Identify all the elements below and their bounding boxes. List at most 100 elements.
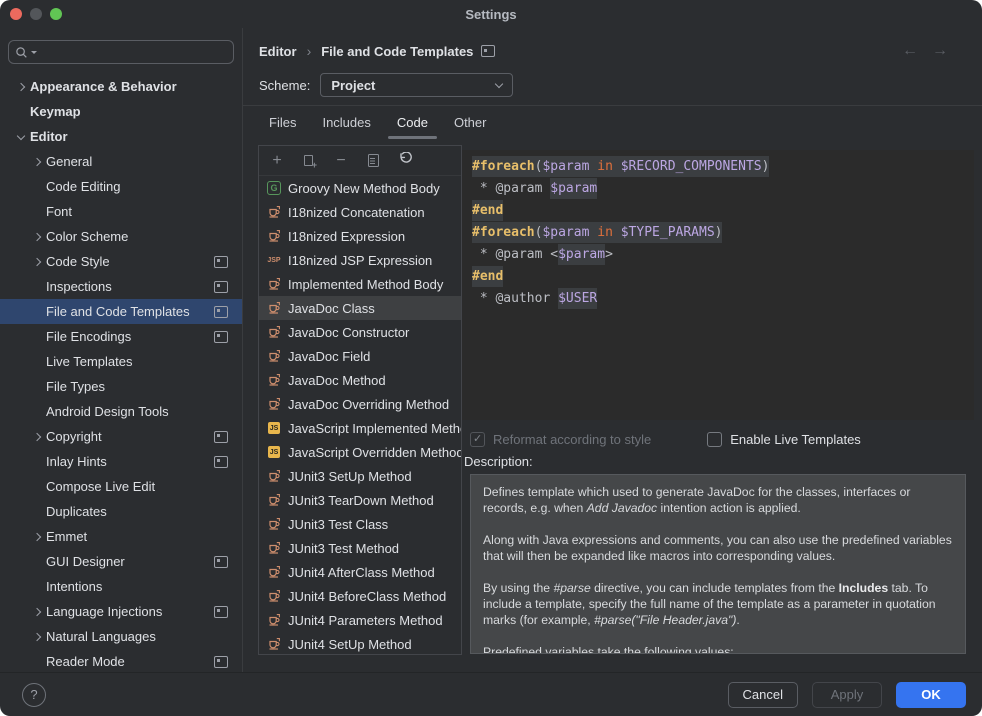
sidebar-item-gui-designer[interactable]: GUI Designer	[0, 549, 242, 574]
groovy-icon: G	[267, 181, 281, 195]
settings-tree: Appearance & BehaviorKeymapEditorGeneral…	[0, 74, 242, 672]
sidebar-item-code-editing[interactable]: Code Editing	[0, 174, 242, 199]
tab-files[interactable]: Files	[256, 113, 309, 139]
per-monitor-settings-icon	[214, 306, 228, 318]
sidebar-item-compose-live-edit[interactable]: Compose Live Edit	[0, 474, 242, 499]
sidebar-item-keymap[interactable]: Keymap	[0, 99, 242, 124]
chevron-right-icon	[12, 84, 30, 90]
description-panel[interactable]: Defines template which used to generate …	[470, 474, 966, 654]
sidebar-item-code-style[interactable]: Code Style	[0, 249, 242, 274]
per-monitor-settings-icon	[214, 256, 228, 268]
minimize-window-button[interactable]	[30, 8, 42, 20]
java-icon	[267, 301, 281, 315]
close-window-button[interactable]	[10, 8, 22, 20]
template-item-junit4-afterclass-method[interactable]: JUnit4 AfterClass Method	[259, 560, 461, 584]
tab-other[interactable]: Other	[441, 113, 500, 139]
sidebar-item-language-injections[interactable]: Language Injections	[0, 599, 242, 624]
template-item-javadoc-method[interactable]: JavaDoc Method	[259, 368, 461, 392]
sidebar-item-emmet[interactable]: Emmet	[0, 524, 242, 549]
sidebar-item-label: Android Design Tools	[46, 404, 169, 419]
sidebar-item-intentions[interactable]: Intentions	[0, 574, 242, 599]
help-button[interactable]: ?	[22, 683, 46, 707]
copy-icon	[368, 154, 379, 167]
sidebar-item-label: File Encodings	[46, 329, 131, 344]
search-field[interactable]	[8, 40, 234, 64]
template-item-label: JUnit3 TearDown Method	[288, 493, 434, 508]
code-line: #foreach($param in $TYPE_PARAMS)	[472, 222, 964, 244]
tab-includes[interactable]: Includes	[309, 113, 383, 139]
sidebar-item-reader-mode[interactable]: Reader Mode	[0, 649, 242, 672]
template-item-junit3-teardown-method[interactable]: JUnit3 TearDown Method	[259, 488, 461, 512]
template-item-javascript-overridden-methods[interactable]: JSJavaScript Overridden Methods	[259, 440, 461, 464]
template-item-javadoc-overriding-method[interactable]: JavaDoc Overriding Method	[259, 392, 461, 416]
plus-icon: +	[272, 153, 281, 169]
jsp-icon: JSP	[267, 253, 281, 267]
template-item-javadoc-class[interactable]: JavaDoc Class	[259, 296, 461, 320]
template-item-javadoc-field[interactable]: JavaDoc Field	[259, 344, 461, 368]
template-item-groovy-new-method-body[interactable]: G Groovy New Method Body	[259, 176, 461, 200]
per-monitor-settings-icon	[214, 656, 228, 668]
template-item-junit4-setup-method[interactable]: JUnit4 SetUp Method	[259, 632, 461, 654]
breadcrumb-editor[interactable]: Editor	[259, 44, 297, 59]
js-icon: JS	[267, 421, 281, 435]
scheme-label: Scheme:	[259, 78, 310, 93]
sidebar-item-file-encodings[interactable]: File Encodings	[0, 324, 242, 349]
back-button[interactable]: ←	[902, 42, 918, 60]
template-item-junit3-test-method[interactable]: JUnit3 Test Method	[259, 536, 461, 560]
sidebar-item-general[interactable]: General	[0, 149, 242, 174]
sidebar-item-editor[interactable]: Editor	[0, 124, 242, 149]
java-icon	[267, 541, 281, 555]
cancel-button[interactable]: Cancel	[728, 682, 798, 708]
code-line: #end	[472, 200, 964, 222]
sidebar-item-label: File Types	[46, 379, 105, 394]
template-item-i18nized-jsp-expression[interactable]: JSPI18nized JSP Expression	[259, 248, 461, 272]
template-item-i18nized-expression[interactable]: I18nized Expression	[259, 224, 461, 248]
template-item-javadoc-constructor[interactable]: JavaDoc Constructor	[259, 320, 461, 344]
scheme-select[interactable]: Project	[320, 73, 513, 97]
ok-button[interactable]: OK	[896, 682, 966, 708]
template-item-junit3-setup-method[interactable]: JUnit3 SetUp Method	[259, 464, 461, 488]
sidebar-item-inlay-hints[interactable]: Inlay Hints	[0, 449, 242, 474]
template-item-junit4-beforeclass-method[interactable]: JUnit4 BeforeClass Method	[259, 584, 461, 608]
create-child-template-button[interactable]	[301, 153, 317, 169]
sidebar-item-duplicates[interactable]: Duplicates	[0, 499, 242, 524]
sidebar-item-inspections[interactable]: Inspections	[0, 274, 242, 299]
copy-template-button[interactable]	[365, 153, 381, 169]
sidebar-item-font[interactable]: Font	[0, 199, 242, 224]
template-item-junit3-test-class[interactable]: JUnit3 Test Class	[259, 512, 461, 536]
description-paragraph: Predefined variables take the following …	[483, 644, 953, 654]
template-item-i18nized-concatenation[interactable]: I18nized Concatenation	[259, 200, 461, 224]
forward-button[interactable]: →	[932, 42, 948, 60]
sidebar-item-android-design-tools[interactable]: Android Design Tools	[0, 399, 242, 424]
sidebar-item-natural-languages[interactable]: Natural Languages	[0, 624, 242, 649]
enable-live-templates-checkbox[interactable]: Enable Live Templates	[707, 432, 861, 447]
reset-template-button[interactable]	[397, 153, 413, 169]
zoom-window-button[interactable]	[50, 8, 62, 20]
sidebar-item-label: GUI Designer	[46, 554, 125, 569]
template-editor[interactable]: #foreach($param in $RECORD_COMPONENTS) *…	[462, 150, 974, 420]
sidebar-item-file-and-code-templates[interactable]: File and Code Templates	[0, 299, 242, 324]
template-item-label: Groovy New Method Body	[288, 181, 440, 196]
search-input[interactable]	[40, 44, 227, 60]
sidebar-item-color-scheme[interactable]: Color Scheme	[0, 224, 242, 249]
reformat-checkbox[interactable]: Reformat according to style	[470, 432, 651, 447]
template-item-label: JUnit3 SetUp Method	[288, 469, 412, 484]
sidebar-item-label: Emmet	[46, 529, 87, 544]
sidebar-item-label: Duplicates	[46, 504, 107, 519]
search-icon	[15, 46, 28, 59]
chevron-right-icon	[28, 534, 46, 540]
chevron-right-icon	[28, 434, 46, 440]
sidebar-item-copyright[interactable]: Copyright	[0, 424, 242, 449]
breadcrumb-separator: ›	[307, 43, 312, 59]
sidebar-item-appearance-behavior[interactable]: Appearance & Behavior	[0, 74, 242, 99]
add-template-button[interactable]: +	[269, 153, 285, 169]
template-item-junit4-parameters-method[interactable]: JUnit4 Parameters Method	[259, 608, 461, 632]
apply-button[interactable]: Apply	[812, 682, 882, 708]
tab-code[interactable]: Code	[384, 113, 441, 139]
remove-template-button[interactable]: −	[333, 153, 349, 169]
sidebar-item-file-types[interactable]: File Types	[0, 374, 242, 399]
template-item-label: JavaDoc Class	[288, 301, 375, 316]
sidebar-item-live-templates[interactable]: Live Templates	[0, 349, 242, 374]
template-item-javascript-implemented-methods[interactable]: JSJavaScript Implemented Methods	[259, 416, 461, 440]
template-item-implemented-method-body[interactable]: Implemented Method Body	[259, 272, 461, 296]
